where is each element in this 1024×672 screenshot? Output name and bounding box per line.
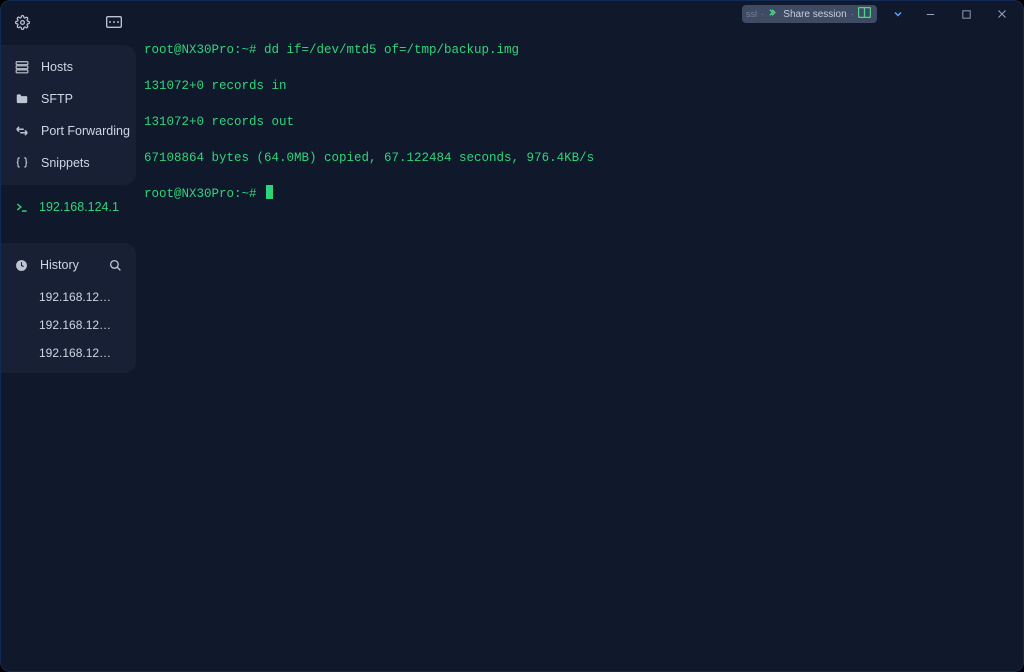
share-label: Share session [783,9,846,20]
app-window: Hosts SFTP Port Forwarding Snippets [0,0,1024,672]
history-item[interactable]: 192.168.12… [1,339,136,367]
sidebar-item-label: Snippets [41,156,90,170]
search-icon[interactable] [109,259,122,272]
settings-icon[interactable] [15,15,30,30]
divider: · [851,9,854,20]
share-session-pill[interactable]: ssl · Share session · [742,5,877,23]
sidebar: Hosts SFTP Port Forwarding Snippets [1,1,136,671]
hosts-icon [15,60,29,74]
split-icon [858,7,871,21]
sidebar-item-snippets[interactable]: Snippets [1,147,136,179]
terminal[interactable]: root@NX30Pro:~# dd if=/dev/mtd5 of=/tmp/… [144,23,1015,663]
active-session-tab[interactable]: 192.168.124.1 [1,191,136,223]
history-block: History 192.168.12… 192.168.12… 192.168.… [1,243,136,373]
sidebar-item-hosts[interactable]: Hosts [1,51,136,83]
sidebar-item-label: Hosts [41,60,73,74]
terminal-line: 131072+0 records in [144,77,1015,95]
terminal-prompt: root@NX30Pro:~# [144,187,264,201]
terminal-line: root@NX30Pro:~# dd if=/dev/mtd5 of=/tmp/… [144,41,1015,59]
sidebar-topbar [1,1,136,31]
divider: · [761,9,764,20]
share-hint: ssl [746,9,757,19]
close-button[interactable] [985,1,1019,27]
titlebar: ssl · Share session · [742,1,1023,27]
sidebar-item-sftp[interactable]: SFTP [1,83,136,115]
arrows-icon [15,124,29,138]
terminal-line: root@NX30Pro:~# [144,185,1015,203]
titlebar-dropdown-button[interactable] [885,1,911,27]
clock-icon [15,259,28,272]
share-icon [768,7,779,21]
history-item[interactable]: 192.168.12… [1,311,136,339]
sidebar-item-port-forwarding[interactable]: Port Forwarding [1,115,136,147]
minimize-button[interactable] [913,1,947,27]
active-session-label: 192.168.124.1 [39,200,119,214]
sidebar-nav: Hosts SFTP Port Forwarding Snippets [1,45,136,185]
terminal-cursor [266,185,273,199]
sidebar-item-label: Port Forwarding [41,124,130,138]
folder-icon [15,92,29,106]
main-pane: root@NX30Pro:~# dd if=/dev/mtd5 of=/tmp/… [136,1,1023,671]
history-list: 192.168.12… 192.168.12… 192.168.12… [1,281,136,367]
terminal-line: 67108864 bytes (64.0MB) copied, 67.12248… [144,149,1015,167]
prompt-icon [15,200,29,214]
history-label: History [40,258,79,272]
keyboard-icon[interactable] [106,16,122,28]
sidebar-item-label: SFTP [41,92,73,106]
terminal-line: 131072+0 records out [144,113,1015,131]
history-header: History [1,249,136,281]
maximize-button[interactable] [949,1,983,27]
braces-icon [15,156,29,170]
history-item[interactable]: 192.168.12… [1,283,136,311]
